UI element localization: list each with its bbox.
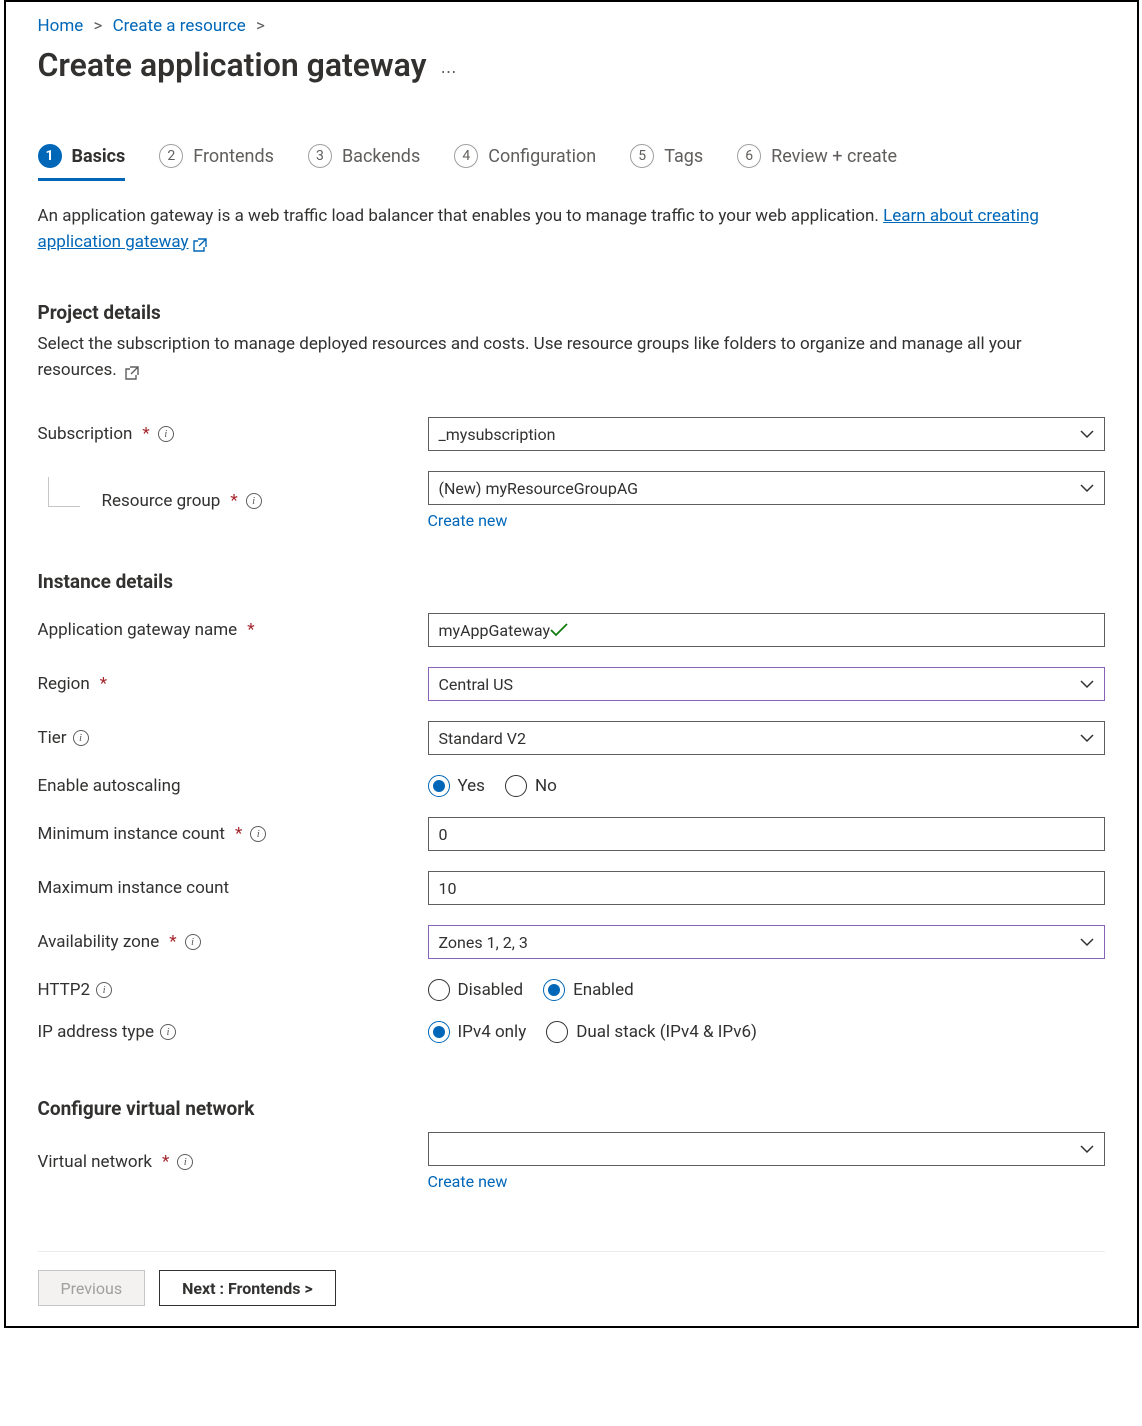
subscription-value: _mysubscription [439, 425, 556, 444]
section-project-details-desc: Select the subscription to manage deploy… [38, 332, 1105, 383]
subscription-label: Subscription* i [38, 424, 428, 444]
page-title: Create application gateway [38, 46, 427, 84]
max-instance-value: 10 [439, 879, 457, 898]
tier-label: Tier i [38, 728, 428, 748]
subscription-select[interactable]: _mysubscription [428, 417, 1105, 451]
wizard-tabs: 1 Basics 2 Frontends 3 Backends 4 Config… [38, 144, 1105, 182]
tab-configuration[interactable]: 4 Configuration [454, 144, 596, 181]
chevron-down-icon [1080, 733, 1094, 743]
app-gateway-name-label: Application gateway name* [38, 620, 428, 640]
step-badge: 1 [38, 144, 62, 168]
chevron-right-icon: > [250, 16, 271, 36]
chevron-down-icon [1080, 679, 1094, 689]
min-instance-label: Minimum instance count* i [38, 824, 428, 844]
min-instance-input[interactable]: 0 [428, 817, 1105, 851]
ip-type-label: IP address type i [38, 1022, 428, 1042]
step-badge: 3 [308, 144, 332, 168]
region-value: Central US [439, 675, 514, 694]
http2-disabled-radio[interactable]: Disabled [428, 979, 524, 1001]
previous-button: Previous [38, 1270, 146, 1306]
section-project-details: Project details [38, 301, 1105, 324]
tab-label: Tags [664, 146, 703, 167]
section-configure-vnet: Configure virtual network [38, 1097, 1105, 1120]
chevron-down-icon [1080, 937, 1094, 947]
vnet-create-new-link[interactable]: Create new [428, 1172, 508, 1191]
info-icon[interactable]: i [246, 493, 262, 509]
min-instance-value: 0 [439, 825, 448, 844]
resource-group-select[interactable]: (New) myResourceGroupAG [428, 471, 1105, 505]
availability-zone-label: Availability zone* i [38, 932, 428, 952]
availability-zone-select[interactable]: Zones 1, 2, 3 [428, 925, 1105, 959]
next-button[interactable]: Next : Frontends > [159, 1270, 336, 1306]
step-badge: 6 [737, 144, 761, 168]
breadcrumb-create-resource[interactable]: Create a resource [113, 16, 246, 36]
chevron-down-icon [1080, 1144, 1094, 1154]
radio-label: Enabled [573, 980, 634, 1000]
tab-frontends[interactable]: 2 Frontends [159, 144, 274, 181]
info-icon[interactable]: i [73, 730, 89, 746]
step-badge: 4 [454, 144, 478, 168]
external-link-icon [125, 363, 139, 377]
info-icon[interactable]: i [185, 934, 201, 950]
ip-type-radio-group: IPv4 only Dual stack (IPv4 & IPv6) [428, 1021, 1105, 1043]
tab-basics[interactable]: 1 Basics [38, 144, 126, 181]
ip-v4-radio[interactable]: IPv4 only [428, 1021, 527, 1043]
vnet-label: Virtual network* i [38, 1152, 428, 1172]
app-gateway-name-value: myAppGateway [439, 621, 551, 640]
tab-tags[interactable]: 5 Tags [630, 144, 703, 181]
vnet-select[interactable] [428, 1132, 1105, 1166]
radio-label: IPv4 only [458, 1022, 527, 1042]
tree-line-icon [48, 477, 80, 507]
resource-group-value: (New) myResourceGroupAG [439, 479, 639, 498]
info-icon[interactable]: i [250, 826, 266, 842]
section-instance-details: Instance details [38, 570, 1105, 593]
region-label: Region* [38, 674, 428, 694]
info-icon[interactable]: i [177, 1154, 193, 1170]
step-badge: 2 [159, 144, 183, 168]
tier-select[interactable]: Standard V2 [428, 721, 1105, 755]
info-icon[interactable]: i [96, 982, 112, 998]
autoscale-yes-radio[interactable]: Yes [428, 775, 485, 797]
breadcrumb: Home > Create a resource > [38, 16, 1105, 36]
max-instance-label: Maximum instance count [38, 878, 428, 898]
chevron-down-icon [1080, 483, 1094, 493]
http2-radio-group: Disabled Enabled [428, 979, 1105, 1001]
availability-zone-value: Zones 1, 2, 3 [439, 933, 528, 952]
tab-review-create[interactable]: 6 Review + create [737, 144, 897, 181]
resource-group-label: Resource group* i [38, 491, 428, 511]
app-gateway-name-input[interactable]: myAppGateway [428, 613, 1105, 647]
autoscale-radio-group: Yes No [428, 775, 1105, 797]
breadcrumb-home[interactable]: Home [38, 16, 84, 36]
region-select[interactable]: Central US [428, 667, 1105, 701]
intro-body: An application gateway is a web traffic … [38, 206, 884, 226]
info-icon[interactable]: i [158, 426, 174, 442]
http2-enabled-radio[interactable]: Enabled [543, 979, 634, 1001]
chevron-down-icon [1080, 429, 1094, 439]
max-instance-input[interactable]: 10 [428, 871, 1105, 905]
tab-label: Configuration [488, 146, 596, 167]
intro-text: An application gateway is a web traffic … [38, 204, 1105, 255]
radio-label: Dual stack (IPv4 & IPv6) [576, 1022, 757, 1042]
more-actions-icon[interactable]: ⋯ [440, 62, 458, 81]
wizard-footer: Previous Next : Frontends > [38, 1251, 1105, 1306]
tab-label: Frontends [193, 146, 274, 167]
radio-label: Disabled [458, 980, 524, 1000]
ip-dual-radio[interactable]: Dual stack (IPv4 & IPv6) [546, 1021, 757, 1043]
info-icon[interactable]: i [160, 1024, 176, 1040]
tier-value: Standard V2 [439, 729, 526, 748]
autoscale-label: Enable autoscaling [38, 776, 428, 796]
check-icon [550, 623, 568, 637]
radio-label: Yes [458, 776, 485, 796]
http2-label: HTTP2 i [38, 980, 428, 1000]
tab-label: Backends [342, 146, 420, 167]
tab-label: Review + create [771, 146, 897, 167]
external-link-icon [193, 235, 207, 249]
step-badge: 5 [630, 144, 654, 168]
tab-backends[interactable]: 3 Backends [308, 144, 420, 181]
autoscale-no-radio[interactable]: No [505, 775, 557, 797]
resource-group-create-new-link[interactable]: Create new [428, 511, 508, 530]
tab-label: Basics [72, 146, 126, 167]
radio-label: No [535, 776, 557, 796]
chevron-right-icon: > [87, 16, 108, 36]
